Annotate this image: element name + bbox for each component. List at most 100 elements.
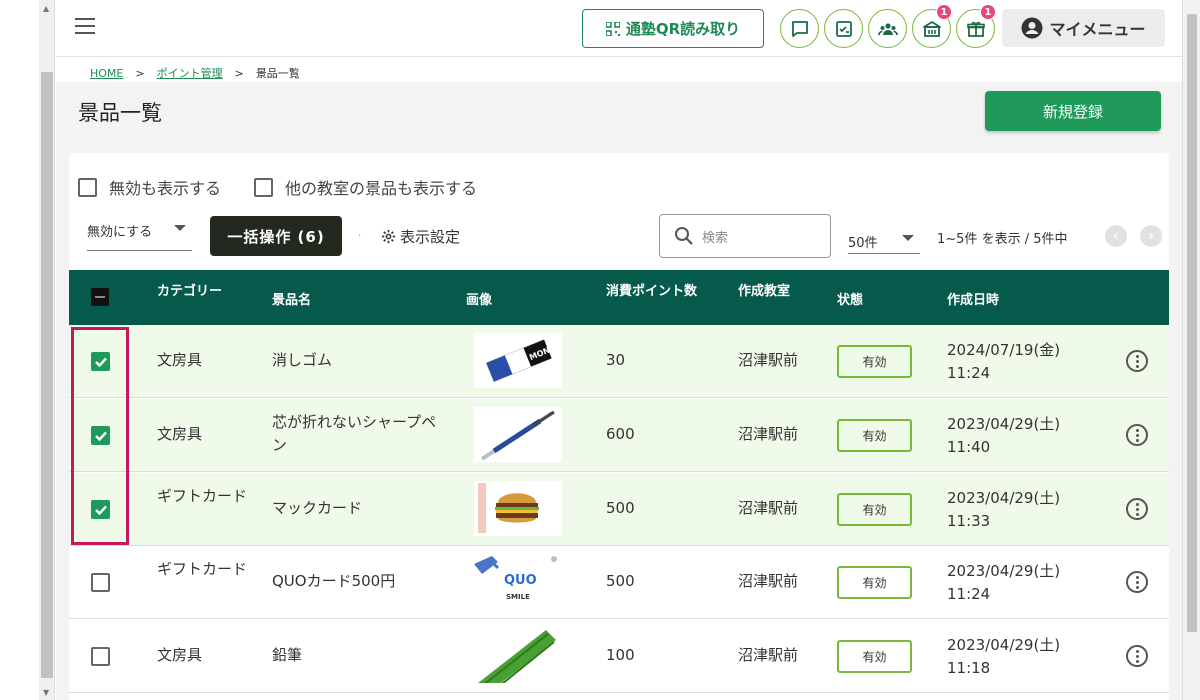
page-title: 景品一覧 (78, 101, 162, 125)
scrollbar-thumb[interactable] (41, 72, 53, 678)
shop-badge: 1 (936, 4, 952, 20)
cell-name: マックカード (272, 499, 363, 517)
scroll-down-arrow-icon[interactable]: ▼ (43, 688, 49, 697)
cell-name: 消しゴム (272, 351, 333, 369)
my-menu-button[interactable]: マイメニュー (1002, 9, 1165, 47)
action-select[interactable]: 無効にする (87, 221, 192, 251)
row-checkbox[interactable] (91, 647, 110, 666)
checkbox-box[interactable] (78, 177, 97, 197)
next-page-button[interactable]: › (1140, 225, 1162, 247)
dropdown-arrow-icon (174, 225, 186, 231)
more-options-icon[interactable] (1126, 424, 1148, 446)
quo-card-image: QUO SMILE (474, 554, 562, 609)
search-input[interactable]: 検索 (659, 214, 831, 258)
header-status[interactable]: 状態 (837, 289, 863, 308)
cell-school: 沼津駅前 (738, 572, 799, 590)
account-icon (1021, 17, 1043, 39)
checkbox-box[interactable] (254, 177, 273, 197)
dropdown-arrow-icon (902, 235, 914, 241)
table-row[interactable]: 文房具 鉛筆 100 沼津駅前 有効 2023/04/29(土) 11:18 (69, 620, 1169, 693)
prev-page-button[interactable]: ‹ (1105, 225, 1127, 247)
hamburger-menu-icon[interactable] (75, 18, 95, 34)
chevron-left-icon: ‹ (1113, 228, 1119, 244)
table-row[interactable]: ギフトカード QUOカード500円 QUO SMILE 500 沼津駅前 有効 … (69, 546, 1169, 619)
header-category[interactable]: カテゴリー (157, 280, 222, 299)
cell-date: 2023/04/29(土) (947, 562, 1061, 580)
breadcrumb: HOME > ポイント管理 > 景品一覧 (90, 65, 300, 81)
eraser-image: MONO (474, 333, 562, 388)
select-all-checkbox[interactable] (91, 288, 109, 306)
display-settings-label: 表示設定 (400, 228, 461, 246)
header-points[interactable]: 消費ポイント数 (606, 280, 697, 299)
table-row[interactable]: 文房具 消しゴム MONO 30 沼津駅前 有効 2024/07/19(金) 1… (69, 325, 1169, 398)
checklist-icon (835, 20, 852, 37)
status-badge: 有効 (837, 345, 912, 378)
report-button[interactable] (824, 9, 863, 48)
status-badge: 有効 (837, 419, 912, 452)
per-page-value: 50件 (848, 236, 878, 251)
chat-button[interactable] (780, 9, 819, 48)
scroll-up-arrow-icon[interactable]: ▲ (43, 4, 49, 13)
left-scrollbar[interactable]: ▲ ▼ (39, 0, 55, 700)
row-checkbox[interactable] (91, 573, 110, 592)
people-icon (877, 22, 898, 35)
cell-date: 2024/07/19(金) (947, 341, 1061, 359)
pagination-range: 1~5件 を表示 / 5件中 (937, 232, 1068, 247)
cell-points: 500 (606, 572, 635, 590)
new-register-button[interactable]: 新規登録 (985, 91, 1161, 131)
per-page-select[interactable]: 50件 (848, 224, 920, 254)
cell-time: 11:33 (947, 512, 991, 530)
table-row[interactable]: ギフトカード マックカード 500 沼津駅前 有効 2023/04/29(土) … (69, 473, 1169, 546)
gift-button[interactable]: 1 (956, 4, 996, 48)
show-disabled-checkbox[interactable]: 無効も表示する (78, 175, 221, 199)
chat-icon (791, 20, 808, 37)
right-scrollbar[interactable] (1182, 0, 1200, 700)
show-disabled-label: 無効も表示する (109, 179, 222, 198)
bulk-action-button[interactable]: 一括操作 (6) (210, 216, 342, 256)
cell-date: 2023/04/29(土) (947, 489, 1061, 507)
group-button[interactable] (868, 9, 907, 48)
pencil-image (474, 628, 562, 683)
show-other-checkbox[interactable]: 他の教室の景品も表示する (254, 175, 477, 199)
more-options-icon[interactable] (1126, 498, 1148, 520)
more-options-icon[interactable] (1126, 350, 1148, 372)
header-created[interactable]: 作成日時 (947, 289, 999, 308)
more-options-icon[interactable] (1126, 571, 1148, 593)
status-badge: 有効 (837, 640, 912, 673)
qr-scan-button[interactable]: 通塾QR読み取り (582, 9, 764, 48)
separator-dot: · (358, 231, 362, 242)
search-placeholder: 検索 (702, 230, 729, 246)
cell-name: 芯が折れないシャープペン (272, 413, 437, 454)
mechanical-pencil-image (474, 407, 562, 462)
scrollbar-thumb[interactable] (1187, 14, 1197, 632)
more-options-icon[interactable] (1126, 645, 1148, 667)
table-header: カテゴリー 景品名 画像 消費ポイント数 作成教室 状態 作成日時 (69, 270, 1169, 325)
search-icon (675, 227, 693, 245)
shop-button[interactable]: 1 (912, 4, 952, 48)
cell-points: 500 (606, 499, 635, 517)
qr-scan-label: 通塾QR読み取り (625, 20, 741, 38)
cell-name: QUOカード500円 (272, 572, 396, 590)
breadcrumb-separator: > (135, 66, 145, 80)
table-row[interactable]: 文房具 芯が折れないシャープペン 600 沼津駅前 有効 2023/04/29(… (69, 399, 1169, 472)
breadcrumb-current: 景品一覧 (255, 67, 300, 80)
cell-time: 11:24 (947, 364, 991, 382)
cell-category: 文房具 (157, 425, 203, 443)
header-name[interactable]: 景品名 (272, 289, 311, 308)
action-select-value: 無効にする (87, 225, 153, 240)
header-school[interactable]: 作成教室 (738, 280, 790, 299)
cell-category: 文房具 (157, 646, 203, 664)
cell-category: ギフトカード (157, 487, 248, 505)
status-badge: 有効 (837, 566, 912, 599)
breadcrumb-home[interactable]: HOME (90, 67, 123, 80)
cell-time: 11:24 (947, 585, 991, 603)
gift-badge: 1 (980, 4, 996, 20)
svg-text:QUO: QUO (504, 573, 537, 588)
qr-code-icon (605, 21, 620, 36)
cell-school: 沼津駅前 (738, 351, 799, 369)
display-settings-button[interactable]: 表示設定 (381, 226, 460, 247)
breadcrumb-points[interactable]: ポイント管理 (157, 65, 223, 81)
burger-image (474, 481, 562, 536)
header-image: 画像 (466, 293, 493, 308)
cell-points: 30 (606, 351, 626, 369)
